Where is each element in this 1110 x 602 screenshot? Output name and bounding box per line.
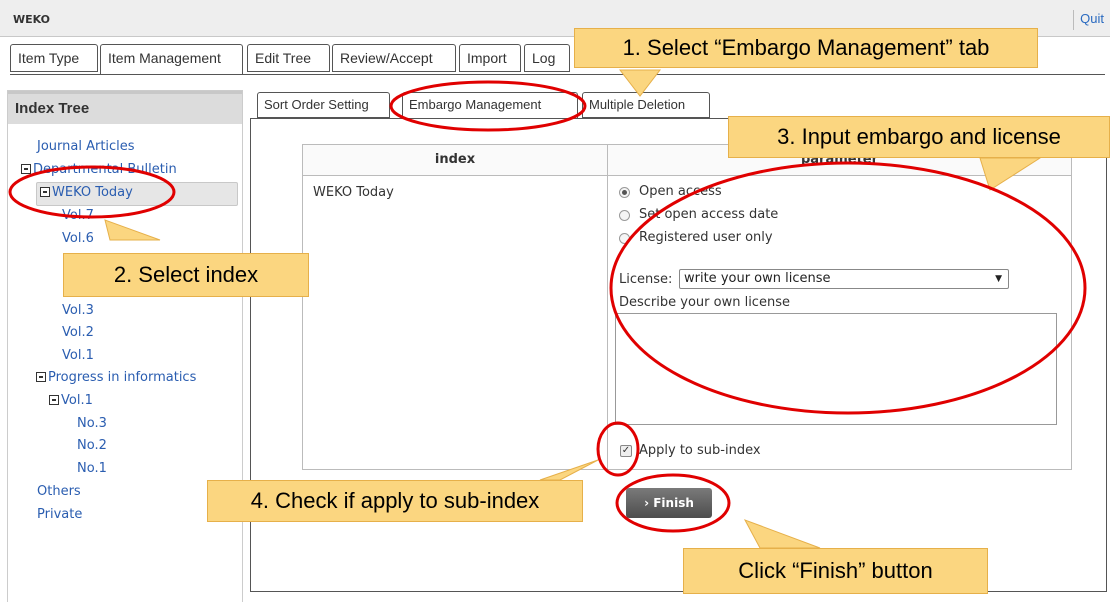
license-textarea[interactable] (615, 313, 1057, 425)
apply-sub-index-checkbox[interactable]: ✓ (620, 445, 632, 457)
radio-registered-user-only[interactable] (619, 233, 630, 244)
tree-item-label: Departmental Bulletin (33, 162, 177, 177)
radio-set-open-access-date[interactable] (619, 210, 630, 221)
callout-step-5: Click “Finish” button (683, 548, 988, 594)
tab-multiple-deletion[interactable]: Multiple Deletion (582, 92, 710, 118)
tree-item-vol6[interactable]: Vol.6 (62, 231, 94, 246)
callout-step-2: 2. Select index (63, 253, 309, 297)
tree-item-private[interactable]: Private (37, 507, 82, 522)
embargo-table: index parameter WEKO Today Open access S… (302, 144, 1072, 470)
tree-item-label: Vol.1 (61, 393, 93, 408)
finish-button[interactable]: › Finish (626, 488, 712, 518)
tree-item-vol3[interactable]: Vol.3 (62, 303, 94, 318)
tab-rule (10, 74, 1105, 75)
app-title: WEKO (13, 13, 51, 26)
tab-import[interactable]: Import (459, 44, 521, 72)
radio-open-access[interactable] (619, 187, 630, 198)
license-label: License: (619, 272, 673, 287)
tree-item-no3[interactable]: No.3 (77, 416, 107, 431)
tab-item-type[interactable]: Item Type (10, 44, 98, 72)
callout-step-3: 3. Input embargo and license (728, 116, 1110, 158)
tab-embargo-management[interactable]: Embargo Management (402, 92, 578, 119)
column-divider (607, 175, 608, 469)
tree-item-weko-today[interactable]: WEKO Today (36, 182, 238, 206)
dropdown-arrow-icon: ▼ (995, 274, 1002, 284)
tree-item-vol7[interactable]: Vol.7 (62, 208, 94, 223)
row-index-name: WEKO Today (313, 185, 394, 200)
license-select[interactable]: write your own license ▼ (679, 269, 1009, 289)
callout-step-4: 4. Check if apply to sub-index (207, 480, 583, 522)
tree-item-progress-in-informatics[interactable]: Progress in informatics (36, 370, 196, 385)
radio-registered-label: Registered user only (639, 230, 773, 245)
callout-step-1: 1. Select “Embargo Management” tab (574, 28, 1038, 68)
tree-item-vol1[interactable]: Vol.1 (62, 348, 94, 363)
describe-license-label: Describe your own license (619, 295, 790, 310)
tab-review-accept[interactable]: Review/Accept (332, 44, 456, 72)
license-select-value: write your own license (684, 271, 831, 286)
sidebar-title: Index Tree (8, 91, 242, 124)
chevron-right-icon: › (644, 496, 650, 510)
tree-item-departmental-bulletin[interactable]: Departmental Bulletin (21, 162, 177, 177)
finish-label: Finish (653, 496, 694, 510)
tree-item-label: WEKO Today (52, 185, 133, 200)
tab-sort-order-setting[interactable]: Sort Order Setting (257, 92, 390, 118)
tab-log[interactable]: Log (524, 44, 570, 72)
tab-item-management[interactable]: Item Management (100, 44, 243, 75)
collapse-icon[interactable] (36, 371, 46, 382)
tree-item-no2[interactable]: No.2 (77, 438, 107, 453)
collapse-icon[interactable] (40, 186, 50, 197)
radio-set-date-label: Set open access date (639, 207, 779, 222)
index-tree-panel: Index Tree Journal Articles Departmental… (7, 90, 243, 602)
tree-item-label: Progress in informatics (48, 370, 197, 385)
quit-link[interactable]: Quit (1073, 10, 1110, 30)
radio-open-access-label: Open access (639, 184, 722, 199)
tree-item-no1[interactable]: No.1 (77, 461, 107, 476)
column-header-index: index (303, 145, 608, 175)
apply-sub-index-label: Apply to sub-index (639, 443, 761, 458)
collapse-icon[interactable] (49, 394, 59, 405)
tree-item-vol2[interactable]: Vol.2 (62, 325, 94, 340)
tree-item-pi-vol1[interactable]: Vol.1 (49, 393, 93, 408)
tree-item-others[interactable]: Others (37, 484, 81, 499)
tab-edit-tree[interactable]: Edit Tree (247, 44, 330, 72)
tree-item-journal-articles[interactable]: Journal Articles (37, 139, 135, 154)
collapse-icon[interactable] (21, 163, 31, 174)
